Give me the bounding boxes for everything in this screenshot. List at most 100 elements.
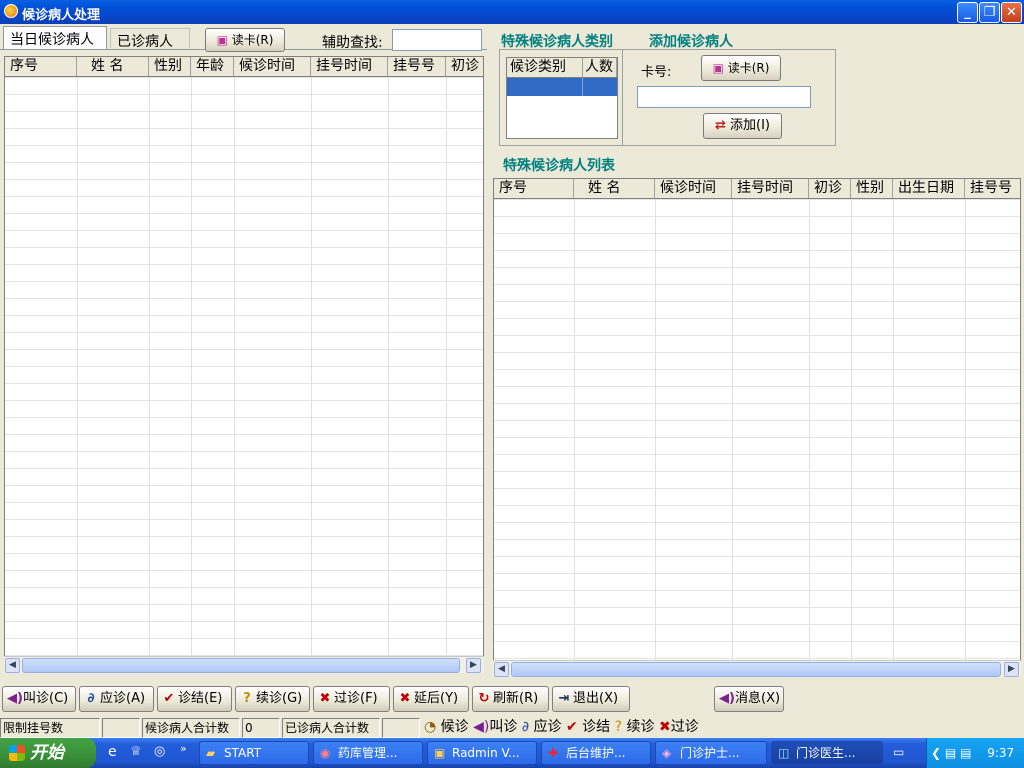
waiting-patients-grid[interactable]: 序号 姓 名 性别 年龄 候诊时间 挂号时间 挂号号 初诊: [4, 56, 484, 658]
col-header[interactable]: 挂号号: [388, 57, 446, 76]
taskbar-item[interactable]: ▣ Radmin V...: [427, 741, 537, 765]
add-button[interactable]: ⇄ 添加(I): [703, 113, 782, 139]
message-button[interactable]: ◀)消息(X): [714, 686, 784, 712]
close-button[interactable]: ✕: [1001, 2, 1022, 23]
scroll-thumb[interactable]: [511, 662, 1001, 677]
card-reader-icon: ▣: [712, 61, 724, 75]
message-label: 消息(X): [735, 691, 781, 706]
tab-seen-patients[interactable]: 已诊病人: [110, 28, 190, 50]
panel-divider: [622, 50, 623, 145]
tray-expand-icon[interactable]: ❮: [931, 746, 941, 760]
grid-rows: [494, 199, 1020, 661]
col-header[interactable]: 姓 名: [574, 179, 655, 198]
system-tray: ❮ ▤ ▤ 9:37: [926, 738, 1024, 768]
col-header[interactable]: 挂号时间: [732, 179, 809, 198]
taskbar-item[interactable]: ◈ 门诊护士...: [655, 741, 767, 765]
taskbar-item-label: Radmin V...: [452, 746, 520, 760]
title-bar[interactable]: 候诊病人处理 _ ❐ ✕: [0, 0, 1024, 24]
done-count-label: 已诊病人合计数: [282, 718, 380, 738]
call-button[interactable]: ◀)叫诊(C): [2, 686, 76, 712]
search-input[interactable]: [392, 29, 482, 51]
taskbar-item[interactable]: ◉ 药库管理...: [313, 741, 423, 765]
tab-today-waiting[interactable]: 当日候诊病人: [3, 26, 107, 49]
speaker-icon: ◀): [473, 719, 490, 735]
cross-icon: ✖: [319, 691, 331, 706]
network-icon[interactable]: ▤: [960, 746, 971, 760]
finish-label: 诊结(E): [178, 691, 223, 706]
read-card-button[interactable]: ▣ 读卡(R): [205, 28, 285, 52]
app-icon: [4, 4, 18, 18]
card-number-input[interactable]: [637, 86, 811, 108]
chevron-icon[interactable]: »: [180, 742, 187, 755]
col-header[interactable]: 挂号号: [965, 179, 1020, 198]
legend-continue: 续诊: [626, 719, 655, 735]
pass-button[interactable]: ✖ 过诊(F): [313, 686, 390, 712]
limit-label: 限制挂号数: [0, 718, 100, 738]
keyboard-icon[interactable]: ▭: [893, 745, 904, 759]
answer-button[interactable]: ∂ 应诊(A): [79, 686, 154, 712]
scroll-left-icon[interactable]: ◀: [5, 658, 20, 673]
read-card-label: 读卡(R): [231, 33, 274, 47]
col-header[interactable]: 年龄: [191, 57, 234, 76]
scroll-thumb[interactable]: [22, 658, 460, 673]
col-header[interactable]: 序号: [494, 179, 574, 198]
scroll-left-icon[interactable]: ◀: [494, 662, 509, 677]
special-patients-grid[interactable]: 序号 姓 名 候诊时间 挂号时间 初诊 性别 出生日期 挂号号: [493, 178, 1021, 662]
window-title: 候诊病人处理: [22, 8, 101, 23]
start-button[interactable]: 开始: [0, 738, 96, 768]
add-read-card-button[interactable]: ▣ 读卡(R): [701, 55, 781, 81]
minimize-button[interactable]: _: [957, 2, 978, 23]
taskbar-item[interactable]: ✚ 后台维护...: [541, 741, 651, 765]
maximize-button[interactable]: ❐: [979, 2, 1000, 23]
network-icon[interactable]: ▤: [945, 746, 956, 760]
scroll-right-icon[interactable]: ▶: [466, 658, 481, 673]
continue-button[interactable]: ? 续诊(G): [235, 686, 310, 712]
col-header[interactable]: 姓 名: [77, 57, 149, 76]
ie-icon[interactable]: e: [108, 744, 117, 760]
col-header[interactable]: 出生日期: [893, 179, 965, 198]
continue-label: 续诊(G): [256, 691, 303, 706]
col-header[interactable]: 候诊时间: [234, 57, 311, 76]
taskbar-item-label: START: [224, 746, 262, 760]
taskbar-item-label: 药库管理...: [338, 746, 398, 760]
clock: 9:37: [987, 746, 1015, 760]
col-header[interactable]: 挂号时间: [311, 57, 388, 76]
cross-icon: ✖: [399, 691, 411, 706]
stethoscope-icon: ∂: [87, 691, 95, 706]
delay-button[interactable]: ✖ 延后(Y): [393, 686, 469, 712]
finish-button[interactable]: ✔ 诊结(E): [157, 686, 232, 712]
taskbar-item-active[interactable]: ◫ 门诊医生...: [771, 741, 883, 765]
scroll-right-icon[interactable]: ▶: [1004, 662, 1019, 677]
col-header[interactable]: 性别: [149, 57, 191, 76]
selected-row[interactable]: [507, 78, 617, 96]
limit-value: [102, 718, 140, 738]
speaker-icon: ◀): [7, 691, 23, 706]
quicklaunch-icon[interactable]: ♕: [130, 744, 142, 759]
clock-icon: ◔: [424, 719, 437, 735]
legend-pass: 过诊: [670, 719, 699, 735]
exit-button[interactable]: ⇥ 退出(X): [552, 686, 630, 712]
special-type-grid[interactable]: 候诊类别 人数: [506, 57, 618, 139]
col-header[interactable]: 序号: [5, 57, 77, 76]
outlook-icon[interactable]: ◎: [154, 744, 165, 759]
right-horizontal-scrollbar[interactable]: ◀ ▶: [493, 660, 1021, 677]
type-grid-header: 候诊类别 人数: [507, 58, 617, 78]
refresh-button[interactable]: ↻ 刷新(R): [472, 686, 549, 712]
legend-call: 叫诊: [489, 719, 518, 735]
col-header[interactable]: 初诊: [809, 179, 851, 198]
col-header[interactable]: 人数: [583, 58, 617, 77]
exit-door-icon: ⇥: [558, 691, 570, 706]
speaker-icon: ◀): [719, 691, 735, 706]
col-header[interactable]: 候诊类别: [507, 58, 583, 77]
folder-icon: ▰: [206, 746, 216, 760]
app-icon: ▣: [434, 746, 446, 760]
col-header[interactable]: 候诊时间: [655, 179, 732, 198]
left-horizontal-scrollbar[interactable]: ◀ ▶: [4, 656, 484, 673]
taskbar-item[interactable]: ▰ START: [199, 741, 309, 765]
add-icon: ⇄: [714, 118, 726, 133]
app-icon: ◫: [778, 746, 790, 760]
taskbar-item-label: 后台维护...: [566, 746, 626, 760]
col-header[interactable]: 初诊: [446, 57, 483, 76]
col-header[interactable]: 性别: [851, 179, 893, 198]
taskbar: 开始 e ♕ ◎ » ▰ START ◉ 药库管理... ▣ Radmin V... …: [0, 738, 1024, 768]
